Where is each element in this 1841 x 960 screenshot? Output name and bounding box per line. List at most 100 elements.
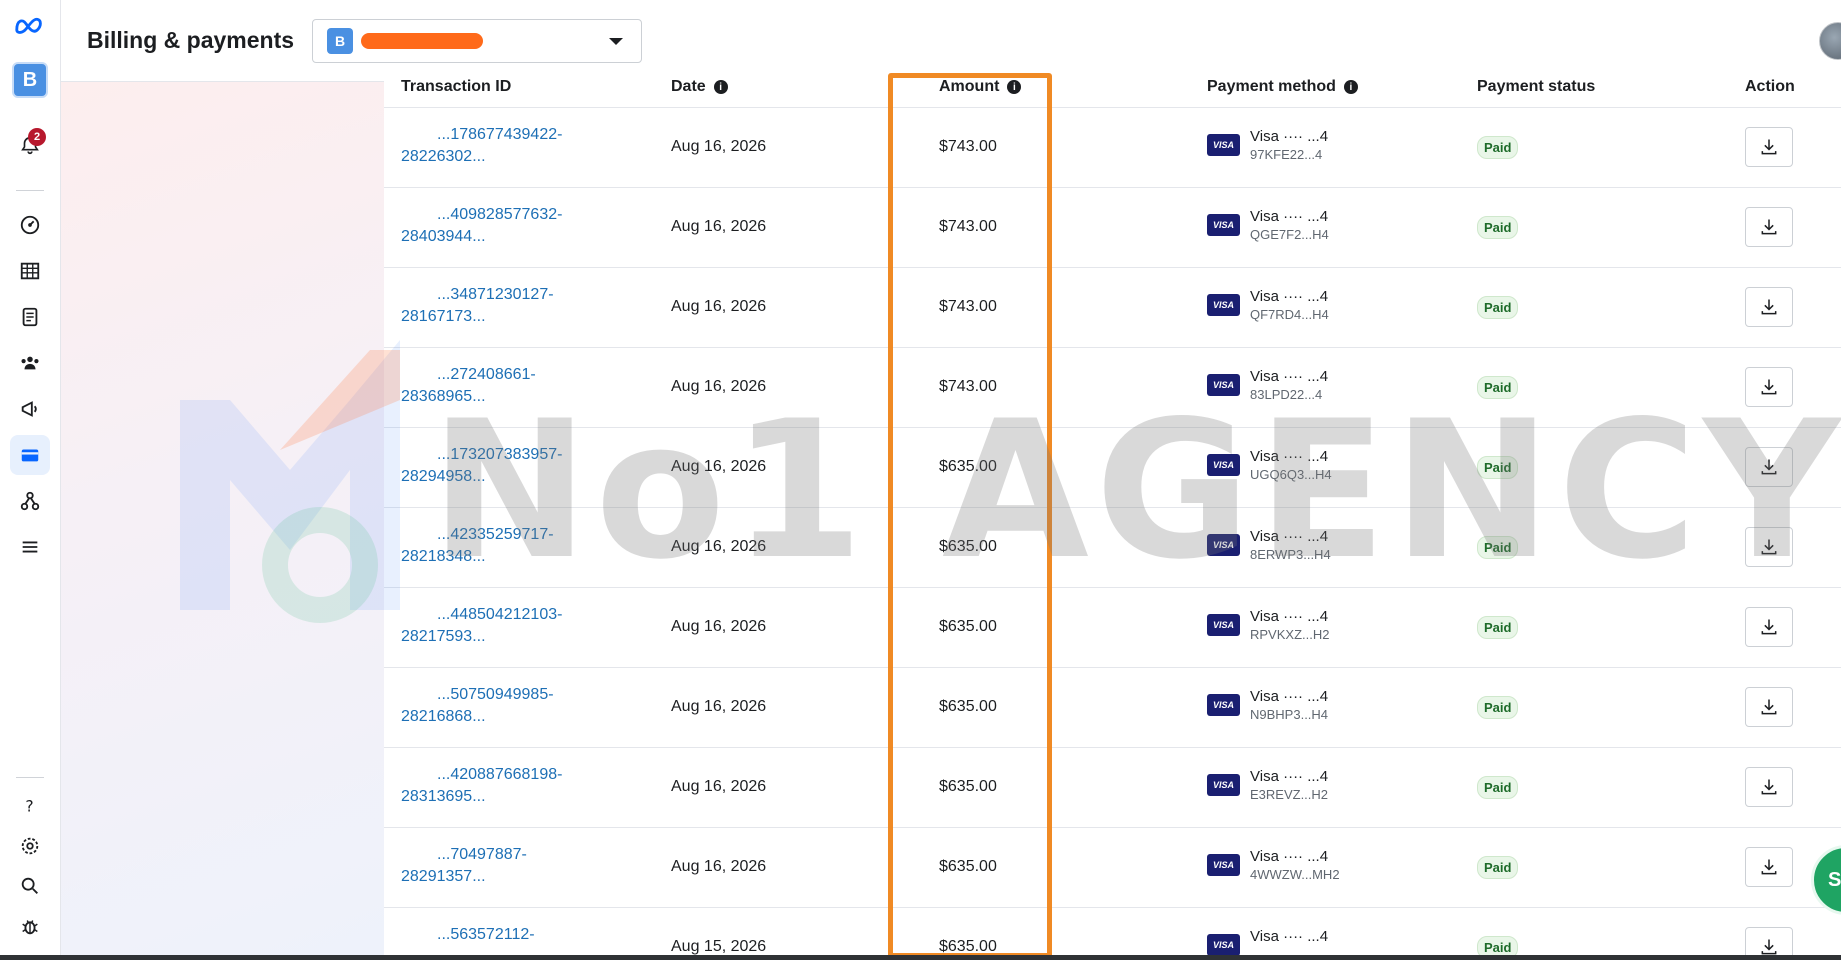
notification-badge: 2	[28, 128, 46, 146]
payment-status: Paid	[1477, 696, 1519, 719]
info-icon[interactable]: i	[713, 80, 728, 94]
download-icon	[1761, 619, 1777, 635]
nav-all-tools[interactable]	[10, 527, 50, 567]
notifications-button[interactable]: 2	[10, 126, 50, 166]
nav-advertising[interactable]	[10, 389, 50, 429]
payment-status: Paid	[1477, 536, 1519, 559]
payment-method-ref: UGQ6Q3...H4	[1250, 467, 1332, 482]
bottom-edge-bar	[0, 955, 1841, 960]
transaction-amount: $635.00	[939, 778, 997, 795]
meta-logo-icon[interactable]	[13, 14, 47, 36]
transaction-date: Aug 16, 2026	[671, 298, 767, 315]
status-badge: Paid	[1477, 536, 1519, 559]
background-panel	[61, 82, 385, 955]
column-header-amount[interactable]: Amount i	[939, 78, 1022, 96]
transaction-id-line1: ...34871230127-	[437, 286, 554, 303]
payment-method: VISA Visa ···· ...4 83LPD22...4	[1207, 368, 1328, 404]
info-icon[interactable]: i	[1343, 80, 1358, 94]
status-badge: Paid	[1477, 136, 1519, 159]
transaction-date: Aug 16, 2026	[671, 138, 767, 155]
table-row: ...448504212103- 28217593... Aug 16, 202…	[384, 588, 1841, 668]
column-header-payment-status[interactable]: Payment status	[1477, 78, 1595, 96]
user-avatar[interactable]	[1819, 22, 1841, 60]
payment-method: VISA Visa ···· ...4 RPVKXZ...H2	[1207, 608, 1329, 644]
transaction-id-link[interactable]: ...178677439422- 28226302...	[401, 124, 562, 168]
download-invoice-button[interactable]	[1745, 527, 1793, 567]
transaction-id-link[interactable]: ...70497887- 28291357...	[401, 844, 527, 888]
column-header-transaction-id[interactable]: Transaction ID	[401, 78, 511, 96]
report-bug-button[interactable]	[10, 906, 50, 946]
download-invoice-button[interactable]	[1745, 127, 1793, 167]
payment-method: VISA Visa ···· ...4 QF7RD4...H4	[1207, 288, 1329, 324]
download-invoice-button[interactable]	[1745, 607, 1793, 647]
transaction-id-link[interactable]: ...448504212103- 28217593...	[401, 604, 562, 648]
transaction-id-link[interactable]: ...50750949985- 28216868...	[401, 684, 554, 728]
nav-overview[interactable]	[10, 205, 50, 245]
download-invoice-button[interactable]	[1745, 687, 1793, 727]
download-invoice-button[interactable]	[1745, 767, 1793, 807]
table-icon	[20, 262, 40, 280]
transaction-id-line2: 28294958...	[401, 468, 486, 485]
nav-events-manager[interactable]	[10, 481, 50, 521]
nav-audiences[interactable]	[10, 343, 50, 383]
credit-card-icon	[21, 449, 39, 462]
left-nav-rail: B 2 ?	[0, 0, 61, 955]
visa-card-icon: VISA	[1207, 854, 1240, 876]
payment-method: VISA Visa ···· ...4 QGE7F2...H4	[1207, 208, 1329, 244]
column-header-date[interactable]: Date i	[671, 78, 728, 96]
page-header: Billing & payments B	[61, 0, 1841, 82]
transaction-id-line1: ...70497887-	[437, 846, 527, 863]
nav-billing[interactable]	[10, 435, 50, 475]
chevron-down-icon	[609, 37, 624, 45]
download-invoice-button[interactable]	[1745, 207, 1793, 247]
payment-method-ref: QF7RD4...H4	[1250, 307, 1329, 322]
table-row: ...34871230127- 28167173... Aug 16, 2026…	[384, 268, 1841, 348]
megaphone-icon	[21, 401, 37, 417]
download-invoice-button[interactable]	[1745, 847, 1793, 887]
download-invoice-button[interactable]	[1745, 927, 1793, 955]
transaction-id-link[interactable]: ...409828577632- 28403944...	[401, 204, 562, 248]
account-initial-badge: B	[327, 27, 354, 54]
transaction-id-link[interactable]: ...420887668198- 28313695...	[401, 764, 562, 808]
help-button[interactable]: ?	[10, 786, 50, 826]
download-icon	[1761, 939, 1777, 955]
download-invoice-button[interactable]	[1745, 367, 1793, 407]
transaction-amount: $743.00	[939, 298, 997, 315]
transaction-id-link[interactable]: ...34871230127- 28167173...	[401, 284, 554, 328]
transaction-id-link[interactable]: ...173207383957- 28294958...	[401, 444, 562, 488]
nav-reports[interactable]	[10, 297, 50, 337]
transaction-id-line1: ...178677439422-	[437, 126, 563, 143]
info-icon[interactable]: i	[1007, 80, 1022, 94]
payment-status: Paid	[1477, 296, 1519, 319]
download-icon	[1761, 539, 1777, 555]
search-button[interactable]	[10, 866, 50, 906]
transaction-date: Aug 15, 2026	[671, 938, 767, 955]
status-badge: Paid	[1477, 776, 1519, 799]
payment-method: VISA Visa ···· ...4 N9BHP3...H4	[1207, 688, 1328, 724]
transaction-id-link[interactable]: ...42335259717- 28218348...	[401, 524, 554, 568]
transaction-id-link[interactable]: ...563572112-	[401, 924, 535, 946]
account-avatar[interactable]: B	[12, 62, 48, 98]
table-row: ...420887668198- 28313695... Aug 16, 202…	[384, 748, 1841, 828]
visa-card-icon: VISA	[1207, 294, 1240, 316]
payment-method-card: Visa ···· ...4	[1250, 528, 1329, 545]
download-icon	[1761, 699, 1777, 715]
column-header-payment-method[interactable]: Payment method i	[1207, 78, 1358, 96]
payment-method-card: Visa ···· ...4	[1250, 128, 1329, 145]
nav-campaigns-table[interactable]	[10, 251, 50, 291]
settings-button[interactable]	[10, 826, 50, 866]
download-invoice-button[interactable]	[1745, 447, 1793, 487]
download-invoice-button[interactable]	[1745, 287, 1793, 327]
transaction-id-line2: 28167173...	[401, 308, 486, 325]
transaction-date: Aug 16, 2026	[671, 618, 767, 635]
transaction-id-line1: ...409828577632-	[437, 206, 563, 223]
account-selector-dropdown[interactable]: B	[312, 18, 643, 63]
transaction-id-link[interactable]: ...272408661- 28368965...	[401, 364, 536, 408]
bug-icon	[22, 920, 38, 935]
payment-method-card: Visa ···· ...4	[1250, 448, 1329, 465]
transaction-amount: $635.00	[939, 698, 997, 715]
status-badge: Paid	[1477, 216, 1519, 239]
table-row: ...70497887- 28291357... Aug 16, 2026 $6…	[384, 828, 1841, 908]
payment-method-ref: 83LPD22...4	[1250, 387, 1323, 402]
download-icon	[1761, 859, 1777, 875]
